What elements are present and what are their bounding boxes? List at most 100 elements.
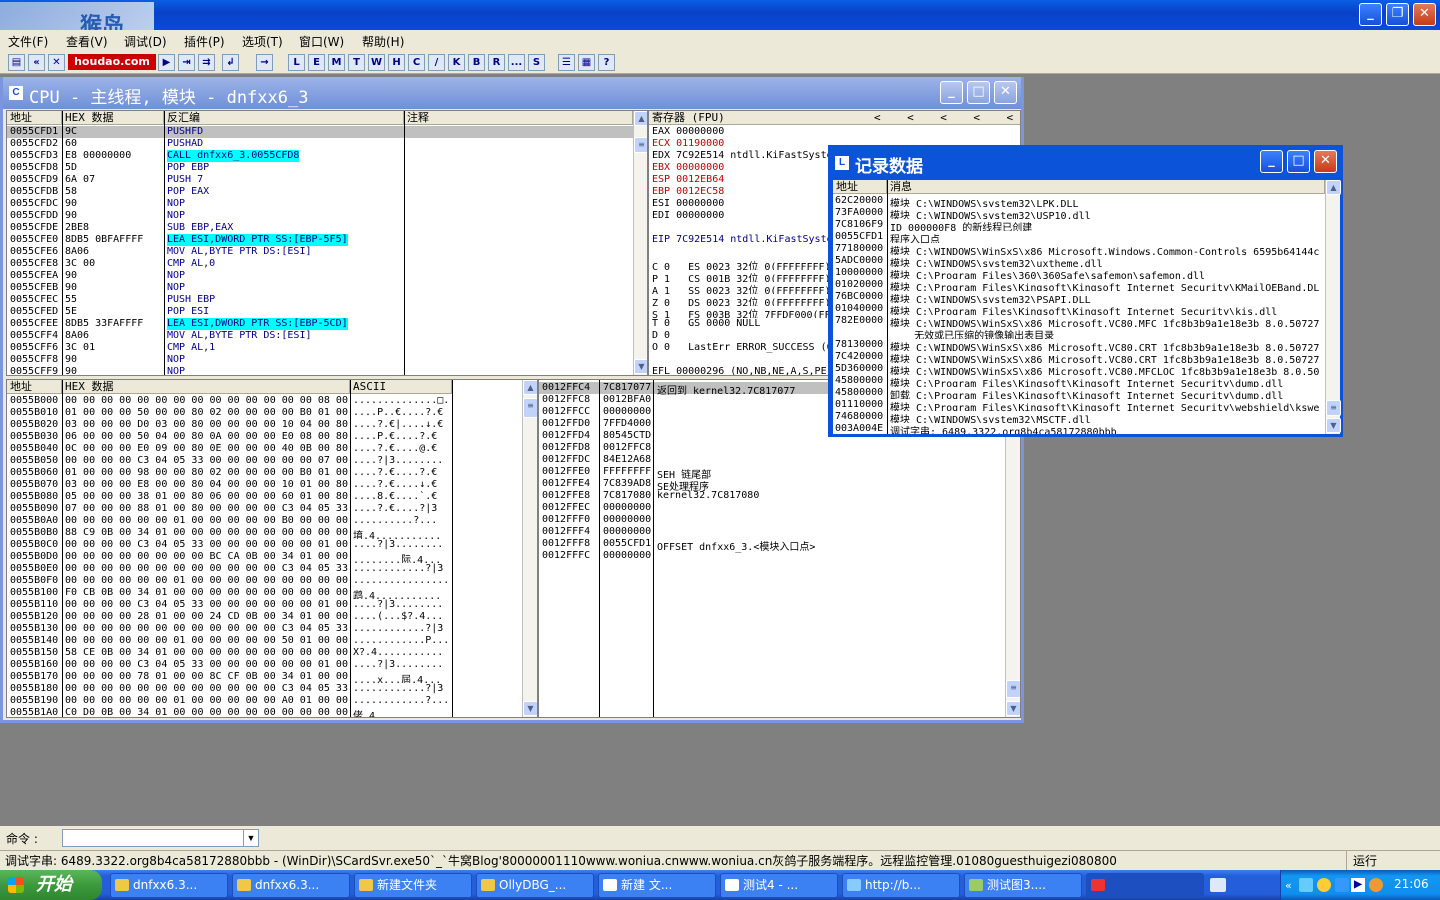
dump-row[interactable]: 0055B0C0 00 00 00 00 C3 04 05 33 00 00 00… [7,539,522,551]
security-icon[interactable] [1317,878,1331,892]
cpu-minimize-button[interactable]: _ [940,81,963,104]
toolbar-dots[interactable]: ... [508,54,525,71]
menu-view[interactable]: 查看(V) [66,33,108,50]
disasm-row[interactable]: 0055CFED 5E POP ESI [7,306,633,318]
stack-row[interactable]: 0012FFF4 00000000 [539,526,1005,538]
disasm-row[interactable]: 0055CFE6 8A06 MOV AL,BYTE PTR DS:[ESI] [7,246,633,258]
toolbar-B[interactable]: B [468,54,485,71]
col-header-comment[interactable]: 注释 [404,111,633,125]
log-row[interactable]: 01040000 模块 C:\Program Files\Kingsoft\Kin… [833,303,1325,315]
task-dnfxx6-2[interactable]: dnfxx6.3... [232,873,350,898]
dump-row[interactable]: 0055B030 06 00 00 00 50 04 00 80 0A 00 00… [7,431,522,443]
dump-row[interactable]: 0055B0D0 00 00 00 00 00 00 00 00 BC CA 0B… [7,551,522,563]
dump-row[interactable]: 0055B060 01 00 00 00 98 00 00 80 02 00 00… [7,467,522,479]
stack-row[interactable]: 0012FFF8 0055CFD1 OFFSET dnfxx6_3.<模块入口点> [539,538,1005,553]
restart-icon[interactable]: « [28,54,45,71]
stack-row[interactable]: 0012FFE8 7C817080 kernel32.7C817080 [539,490,1005,502]
dump-row[interactable]: 0055B180 00 00 00 00 00 00 00 00 00 00 00… [7,683,522,695]
trace-over-icon[interactable]: ⇉ [198,54,215,71]
volume-icon[interactable] [1369,878,1383,892]
disasm-row[interactable]: 0055CFDD 90 NOP [7,210,633,222]
disasm-row[interactable]: 0055CFF4 8A06 MOV AL,BYTE PTR DS:[ESI] [7,330,633,342]
toolbar-M[interactable]: M [328,54,345,71]
keyboard-icon[interactable] [1210,878,1226,892]
disasm-row[interactable]: 0055CFD3 E8 00000000 CALL dnfxx6_3.0055CFD… [7,150,633,162]
dump-scroll-up-icon[interactable]: ▲ [523,380,537,395]
dump-row[interactable]: 0055B150 58 CE 0B 00 34 01 00 00 00 00 00… [7,647,522,659]
task-new-folder[interactable]: 新建文件夹 [354,873,472,898]
log-row[interactable]: 5ADC0000 模块 C:\WINDOWS\system32\uxtheme.d… [833,255,1325,267]
close-program-icon[interactable]: ✕ [48,54,65,71]
list-icon[interactable]: ☰ [558,54,575,71]
dump-header-ascii[interactable]: ASCII [350,380,452,394]
stack-row[interactable]: 0012FFFC 00000000 [539,550,1005,562]
log-row[interactable]: 0055CFD1 程序入口点 [833,231,1325,243]
command-dropdown-icon[interactable]: ▼ [243,829,259,847]
toolbar-W[interactable]: W [368,54,385,71]
close-button[interactable]: ✕ [1413,3,1436,26]
trace-into-icon[interactable]: ⇥ [178,54,195,71]
dump-row[interactable]: 0055B140 00 00 00 00 00 00 01 00 00 00 00… [7,635,522,647]
tray-arrow-icon[interactable]: « [1285,879,1292,892]
disasm-row[interactable]: 0055CFEB 90 NOP [7,282,633,294]
scroll-thumb[interactable]: ≡ [634,137,647,153]
dump-scroll-down-icon[interactable]: ▼ [523,701,537,716]
disasm-row[interactable]: 0055CFD2 60 PUSHAD [7,138,633,150]
dump-row[interactable]: 0055B190 00 00 00 00 00 00 01 00 00 00 00… [7,695,522,707]
disasm-row[interactable]: 0055CFF6 3C 01 CMP AL,1 [7,342,633,354]
task-ollydbg-active[interactable] [1086,873,1204,898]
log-row[interactable]: 782E0000 模块 C:\WINDOWS\WinSxS\x86_Microso… [833,315,1325,327]
stack-row[interactable]: 0012FFEC 00000000 [539,502,1005,514]
disasm-row[interactable]: 0055CFE8 3C 00 CMP AL,0 [7,258,633,270]
registers-header[interactable]: 寄存器 (FPU) < < < < < [649,111,1020,125]
dump-row[interactable]: 0055B040 0C 00 00 00 E0 09 00 80 0E 00 00… [7,443,522,455]
dump-row[interactable]: 0055B1A0 C0 D0 0B 00 34 01 00 00 00 00 00… [7,707,522,717]
log-row[interactable]: 78130000 模块 C:\WINDOWS\WinSxS\x86_Microso… [833,339,1325,351]
disasm-row[interactable]: 0055CFF9 90 NOP [7,366,633,375]
menu-plugins[interactable]: 插件(P) [184,33,225,50]
log-row[interactable]: 45800000 卸载 C:\Program Files\Kingsoft\Kin… [833,387,1325,399]
log-row[interactable]: 7C8106F9 ID 000000F8 的新线程已创建 [833,219,1325,231]
log-scrollbar[interactable]: ▲ ≡ ▼ [1325,180,1341,434]
log-row[interactable]: 74680000 模块 C:\WINDOWS\system32\MSCTF.dll [833,411,1325,423]
stack-row[interactable]: 0012FFE0 FFFFFFFF SEH 链尾部 [539,466,1005,481]
col-header-disasm[interactable]: 反汇编 [164,111,404,125]
register-arrows[interactable]: < < < < < [874,111,1013,125]
help-icon[interactable]: ? [598,54,615,71]
disasm-row[interactable]: 0055CFEC 55 PUSH EBP [7,294,633,306]
log-list[interactable]: 地址 消息 62C20000 模块 C:\WINDOWS\system32\LPK… [833,180,1325,434]
disasm-row[interactable]: 0055CFDE 2BE8 SUB EBP,EAX [7,222,633,234]
log-scroll-thumb[interactable]: ≡ [1326,400,1341,416]
task-test4[interactable]: 测试4 - ... [720,873,838,898]
log-row[interactable]: 62C20000 模块 C:\WINDOWS\system32\LPK.DLL [833,195,1325,207]
dump-row[interactable]: 0055B0A0 00 00 00 00 00 00 01 00 00 00 00… [7,515,522,527]
media-icon[interactable]: ▶ [1351,878,1365,892]
task-browser[interactable]: http://b... [842,873,960,898]
stack-scroll-down-icon[interactable]: ▼ [1006,701,1020,716]
col-header-addr[interactable]: 地址 [7,111,62,125]
scroll-down-icon[interactable]: ▼ [634,359,647,374]
disassembly-pane[interactable]: 地址 HEX 数据 反汇编 注释 0055CFD1 9C PUSHFD 0055CFD… [6,110,648,376]
disasm-scrollbar[interactable]: ▲ ≡ ▼ [633,111,647,375]
open-icon[interactable]: ▤ [8,54,25,71]
log-row[interactable]: 01110000 模块 C:\Program Files\Kingsoft\Kin… [833,399,1325,411]
dump-row[interactable]: 0055B080 05 00 00 00 38 01 00 80 06 00 00… [7,491,522,503]
disasm-row[interactable]: 0055CFF8 90 NOP [7,354,633,366]
disasm-row[interactable]: 0055CFD8 5D POP EBP [7,162,633,174]
toolbar-slash[interactable]: / [428,54,445,71]
dump-row[interactable]: 0055B0E0 00 00 00 00 00 00 00 00 00 00 00… [7,563,522,575]
log-row[interactable]: 10000000 模块 C:\Program Files\360\360Safe\… [833,267,1325,279]
stack-scroll-thumb[interactable]: ≡ [1006,680,1020,698]
network-icon[interactable] [1299,878,1313,892]
dump-scrollbar[interactable]: ▲ ≡ ▼ [522,380,537,717]
disasm-row[interactable]: 0055CFE0 8DB5 0BFAFFFF LEA ESI,DWORD PTR S… [7,234,633,246]
log-row[interactable]: 76BC0000 模块 C:\WINDOWS\system32\PSAPI.DLL [833,291,1325,303]
toolbar-R[interactable]: R [488,54,505,71]
dump-row[interactable]: 0055B110 00 00 00 00 C3 04 05 33 00 00 00… [7,599,522,611]
register-line[interactable]: EAX 00000000 [652,126,1020,138]
cpu-close-button[interactable]: ✕ [994,81,1017,104]
dump-header-hex[interactable]: HEX 数据 [62,380,350,394]
toolbar-L[interactable]: L [288,54,305,71]
log-row[interactable]: 01020000 模块 C:\Program Files\Kingsoft\Kin… [833,279,1325,291]
dump-scroll-thumb[interactable]: ≡ [523,398,537,418]
